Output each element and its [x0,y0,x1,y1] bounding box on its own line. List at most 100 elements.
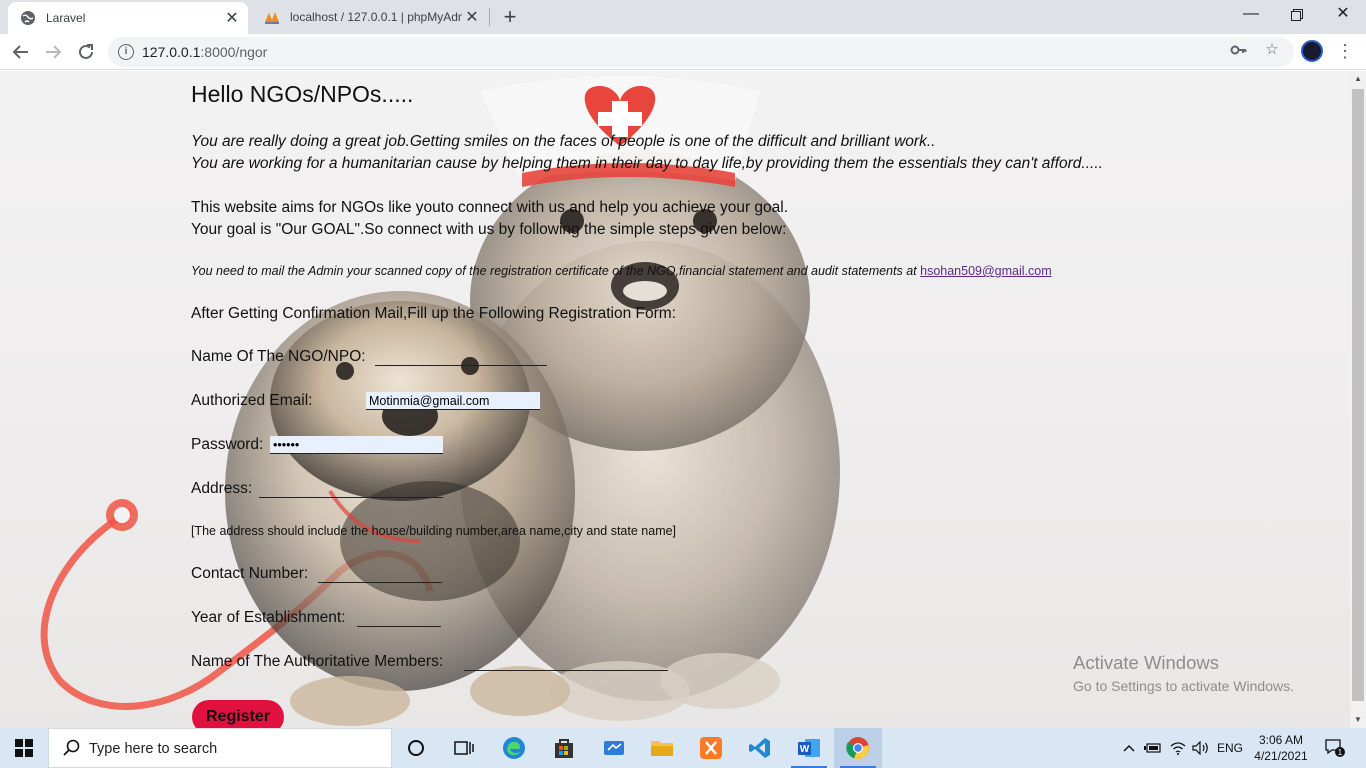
back-button[interactable] [9,40,33,64]
chrome-glyph [846,737,869,760]
email-label: Authorized Email: [191,392,313,409]
register-button[interactable]: Register [192,700,284,728]
watermark-subtitle: Go to Settings to activate Windows. [1073,678,1294,694]
wifi-glyph [1170,742,1186,755]
cortana-glyph [408,740,424,756]
language-indicator[interactable]: ENG [1213,728,1247,768]
forward-button[interactable] [41,40,65,64]
email-input[interactable] [366,392,540,410]
task-view-icon[interactable] [440,728,488,768]
members-input[interactable] [464,653,668,671]
close-window-button[interactable]: ✕ [1320,0,1366,30]
browser-menu-icon[interactable]: ⋮ [1336,40,1354,64]
address-label: Address: [191,480,253,497]
close-tab-icon[interactable]: ✕ [462,7,482,27]
search-icon [63,739,80,756]
search-placeholder: Type here to search [89,741,218,757]
clock-time: 3:06 AM [1258,733,1304,747]
word-icon[interactable]: W [785,728,833,768]
speaker-glyph [1192,741,1208,755]
aim-line-1: This website aims for NGOs like youto co… [191,199,789,216]
year-input[interactable] [357,609,441,627]
bookmark-star-icon[interactable]: ☆ [1262,40,1282,60]
ngo-name-label: Name Of The NGO/NPO: [191,348,366,365]
edge-glyph [503,737,525,759]
xampp-icon[interactable] [687,728,735,768]
vscode-glyph [749,738,770,758]
vscode-icon[interactable] [736,728,784,768]
svg-text:W: W [800,744,810,755]
close-tab-icon[interactable]: ✕ [222,8,242,28]
taskbar-search[interactable]: Type here to search [48,728,392,768]
system-clock[interactable]: 3:06 AM 4/21/2021 [1250,732,1312,764]
word-glyph: W [798,739,820,757]
ngo-name-input[interactable] [375,348,547,366]
restore-button[interactable] [1274,0,1320,30]
key-glyph [1230,45,1247,55]
notification-icon: 1 [1325,739,1345,757]
members-label: Name of The Authoritative Members: [191,653,444,670]
page-viewport: Hello NGOs/NPOs..... You are really doin… [0,71,1350,728]
file-explorer-icon[interactable] [638,728,686,768]
key-icon[interactable] [1229,40,1249,60]
restore-icon [1291,9,1303,21]
intro-line-2: You are working for a humanitarian cause… [191,155,1103,172]
tab-title: localhost / 127.0.0.1 | phpMyAdm [290,10,462,24]
edge-icon[interactable] [490,728,538,768]
control-panel-glyph [604,741,624,755]
profile-avatar[interactable] [1301,40,1323,62]
tab-phpmyadmin[interactable]: localhost / 127.0.0.1 | phpMyAdm ✕ [252,0,488,34]
browser-toolbar: i 127.0.0.1:8000/ngor ☆ ⋮ [0,34,1366,70]
store-icon[interactable] [540,728,588,768]
scroll-up-icon[interactable]: ▲ [1350,71,1366,87]
notification-count: 1 [1338,748,1343,757]
show-hidden-icons-icon[interactable] [1119,728,1139,768]
site-info-icon[interactable]: i [118,44,134,60]
task-view-glyph [454,741,474,755]
scroll-down-icon[interactable]: ▼ [1350,712,1366,728]
chevron-up-icon [1123,744,1135,752]
scrollbar-thumb[interactable] [1352,89,1364,701]
admin-email-link[interactable]: hsohan509@gmail.com [920,264,1052,278]
form-intro: After Getting Confirmation Mail,Fill up … [191,305,676,322]
page-heading: Hello NGOs/NPOs..... [191,81,414,107]
wifi-icon[interactable] [1167,728,1189,768]
tab-divider [489,8,490,26]
cortana-icon[interactable] [392,728,440,768]
battery-icon[interactable] [1141,728,1165,768]
action-center-button[interactable]: 1 [1318,728,1352,768]
password-input[interactable] [270,436,443,454]
volume-icon[interactable] [1190,728,1212,768]
page-scrollbar[interactable]: ▲ ▼ [1350,71,1366,728]
reload-icon [79,44,93,59]
year-label: Year of Establishment: [191,609,346,626]
start-button[interactable] [0,728,48,768]
folder-glyph [651,741,673,756]
contact-input[interactable] [318,565,442,583]
clock-date: 4/21/2021 [1254,749,1308,763]
forward-arrow-icon [46,45,62,59]
phpmyadmin-icon [265,12,279,24]
aim-line-2: Your goal is "Our GOAL".So connect with … [191,221,787,238]
watermark-title: Activate Windows [1073,652,1219,673]
battery-glyph [1144,743,1161,753]
address-bar[interactable]: i 127.0.0.1:8000/ngor [108,37,1294,67]
url-text[interactable]: 127.0.0.1:8000/ngor [142,44,267,60]
new-tab-button[interactable]: + [497,4,523,30]
control-panel-icon[interactable] [590,728,638,768]
mail-instructions: You need to mail the Admin your scanned … [191,264,1052,278]
url-path: :8000/ngor [200,44,268,60]
url-host: 127.0.0.1 [142,44,201,60]
tab-strip: Laravel ✕ localhost / 127.0.0.1 | phpMyA… [0,0,1366,34]
chrome-icon[interactable] [834,728,882,768]
reload-button[interactable] [74,40,98,64]
contact-label: Contact Number: [191,565,309,582]
tab-title: Laravel [46,11,86,25]
address-input[interactable] [259,480,443,498]
store-glyph [555,739,573,758]
windows-taskbar: Type here to search W ENG 3:06 AM 4/21/2… [0,728,1366,768]
minimize-button[interactable]: — [1228,0,1274,30]
tab-laravel[interactable]: Laravel ✕ [8,2,248,34]
windows-logo-icon [15,739,33,757]
xampp-glyph [700,737,722,759]
